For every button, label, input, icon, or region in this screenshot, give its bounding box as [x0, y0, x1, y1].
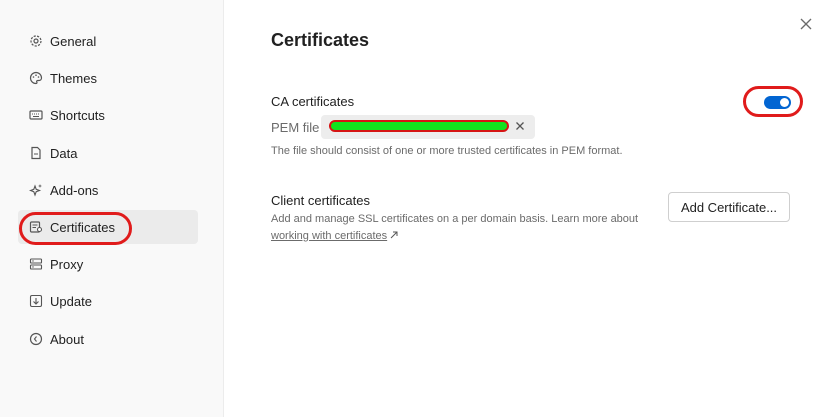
sidebar-item-label: Themes [50, 70, 97, 86]
sidebar-item-about[interactable]: About [18, 322, 198, 356]
sidebar-item-data[interactable]: Data [18, 136, 198, 170]
sidebar-item-general[interactable]: General [18, 24, 198, 58]
pem-file-label: PEM file [271, 120, 320, 135]
working-with-certificates-link[interactable]: working with certificates [271, 230, 387, 242]
sidebar-item-label: About [50, 331, 84, 347]
document-icon [29, 146, 43, 160]
sidebar-item-themes[interactable]: Themes [18, 61, 198, 95]
sparkle-icon [29, 183, 43, 197]
certificate-icon [29, 220, 43, 234]
clear-pem-file-icon[interactable] [513, 119, 527, 133]
download-icon [29, 294, 43, 308]
client-certificates-label: Client certificates [271, 193, 370, 208]
info-icon [29, 332, 43, 346]
client-description-text: Add and manage SSL certificates on a per… [271, 213, 639, 225]
sidebar-item-label: Add-ons [50, 182, 99, 198]
ca-certificates-label: CA certificates [271, 94, 355, 109]
close-icon[interactable] [798, 16, 814, 32]
ca-certificates-toggle[interactable] [764, 96, 791, 109]
sidebar-item-proxy[interactable]: Proxy [18, 247, 198, 281]
ca-toggle-highlight [743, 86, 803, 117]
sidebar-item-label: Shortcuts [50, 107, 105, 123]
sidebar-item-label: Update [50, 293, 92, 309]
add-certificate-button[interactable]: Add Certificate... [668, 192, 790, 222]
palette-icon [29, 71, 43, 85]
external-link-icon [387, 230, 398, 242]
server-icon [29, 257, 43, 271]
sidebar-item-label: Certificates [50, 219, 116, 235]
toggle-knob [780, 98, 789, 107]
sidebar-item-label: General [50, 33, 97, 49]
sidebar-item-label: Proxy [50, 256, 84, 272]
page-title: Certificates [271, 30, 370, 50]
sidebar-item-certificates[interactable]: Certificates [18, 210, 198, 245]
settings-sidebar: General Themes Shortcuts Data Add-ons Ce… [0, 0, 224, 417]
sidebar-item-label: Data [50, 145, 78, 161]
client-certificates-description: Add and manage SSL certificates on a per… [271, 211, 641, 245]
gear-icon [29, 34, 43, 48]
sidebar-item-update[interactable]: Update [18, 284, 198, 318]
pem-file-chip[interactable] [321, 115, 535, 139]
sidebar-item-add-ons[interactable]: Add-ons [18, 173, 198, 207]
sidebar-item-shortcuts[interactable]: Shortcuts [18, 98, 198, 132]
pem-help-text: The file should consist of one or more t… [271, 145, 623, 157]
keyboard-icon [29, 108, 43, 122]
pem-file-value-redacted [329, 120, 509, 132]
